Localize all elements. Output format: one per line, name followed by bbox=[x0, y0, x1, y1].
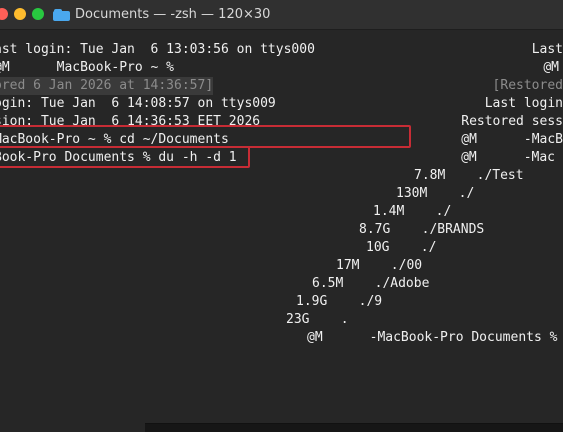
right-line-2: @M bbox=[543, 60, 559, 75]
right-line-4: Last login bbox=[484, 96, 563, 111]
du-line-brands: 8.7G ./BRANDS bbox=[359, 222, 485, 237]
zoom-button[interactable] bbox=[32, 8, 44, 20]
du-line-00: 17M ./00 bbox=[336, 258, 423, 273]
close-button[interactable] bbox=[0, 8, 8, 20]
right-line-1: Last bbox=[531, 42, 563, 57]
left-line-4: ogin: Tue Jan 6 14:08:57 on ttys009 bbox=[0, 96, 276, 111]
right-line-3: [Restored bbox=[492, 78, 563, 93]
folder-icon bbox=[53, 9, 70, 21]
right-line-6: @M -MacB bbox=[461, 132, 563, 147]
prompt-line: @M -MacBook-Pro Documents % bbox=[307, 329, 563, 347]
right-line-5: Restored sess bbox=[461, 114, 563, 129]
du-line-root2: 1.4M ./ bbox=[373, 204, 452, 219]
bottom-edge bbox=[145, 423, 563, 432]
du-line-total: 23G . bbox=[286, 312, 349, 327]
terminal-window: Documents — -zsh — 120×30 ast login: Tue… bbox=[0, 0, 563, 432]
left-line-1: ast login: Tue Jan 6 13:03:56 on ttys000 bbox=[0, 42, 315, 57]
du-line-adobe: 6.5M ./Adobe bbox=[312, 276, 430, 291]
title-bar[interactable]: Documents — -zsh — 120×30 bbox=[0, 0, 563, 30]
highlight-box-cd-command bbox=[0, 125, 411, 148]
du-line-test: 7.8M ./Test bbox=[414, 168, 524, 183]
left-line-3: ored 6 Jan 2026 at 14:36:57] bbox=[0, 77, 214, 95]
du-line-9: 1.9G ./9 bbox=[296, 294, 383, 309]
window-title: Documents — -zsh — 120×30 bbox=[75, 7, 271, 22]
prompt-text: @M -MacBook-Pro Documents % bbox=[307, 330, 558, 345]
du-line-root1: 130M ./ bbox=[396, 186, 475, 201]
du-line-root3: 10G ./ bbox=[366, 240, 437, 255]
left-line-2: @M MacBook-Pro ~ % bbox=[0, 60, 175, 75]
right-line-7: @M -Mac bbox=[461, 150, 555, 165]
minimize-button[interactable] bbox=[14, 8, 26, 20]
highlight-box-du-command bbox=[0, 146, 250, 168]
terminal-content[interactable]: ast login: Tue Jan 6 13:03:56 on ttys000… bbox=[0, 32, 563, 432]
